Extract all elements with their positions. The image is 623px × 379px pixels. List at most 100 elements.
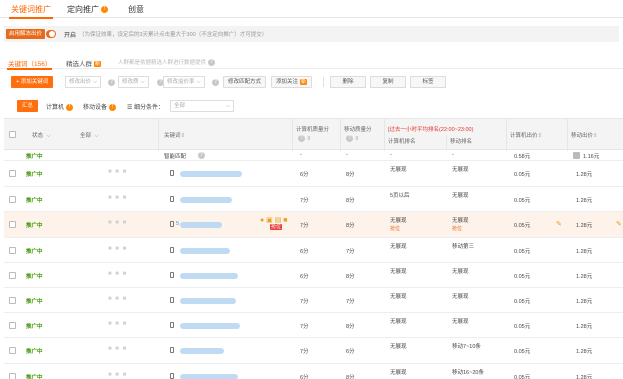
tab-selected-crowd[interactable]: 精选人群新 [66, 58, 102, 68]
row-checkbox[interactable] [9, 297, 16, 304]
delete-button[interactable]: 删除 [330, 76, 366, 88]
tab-targeted-promotion[interactable]: 定向推广! [67, 4, 108, 15]
notice-text: （为保证效果，设定后的3天累计点击量大于300（不含定向推广）才可提交） [79, 32, 268, 38]
pc-quality-cell: 6分 [300, 274, 309, 280]
pc-rank-cell: 无展现 [390, 244, 407, 250]
keyword-header[interactable]: 关键词⇕ [164, 131, 185, 139]
keyword-cell: 智能匹配 [164, 154, 187, 160]
edit-icon[interactable]: ✎ [556, 220, 562, 228]
add-follow-label: 添加关注 [276, 79, 299, 85]
segment-filter-text: 细分条件： [134, 105, 165, 111]
help-icon[interactable]: ? [212, 79, 219, 86]
tab-keyword-promotion[interactable]: 关键词推广 [9, 4, 53, 19]
mobile-quality-header[interactable]: 移动质量分 [344, 125, 372, 133]
all-header-text: 全部 [80, 133, 92, 139]
info-icon: ! [109, 103, 117, 111]
tab-keywords[interactable]: 关键词（156） [6, 58, 53, 70]
help-icon[interactable]: ? [108, 79, 115, 86]
chevron-down-icon: ⌵ [140, 79, 145, 85]
chevron-down-icon: ⌵ [93, 79, 98, 85]
row-checkbox[interactable] [9, 373, 16, 379]
row-actions-placeholder: ■ ■ ■ [108, 296, 128, 302]
row-checkbox[interactable] [9, 170, 16, 177]
bid-select-value: 修改出价 [69, 79, 92, 85]
row-checkbox[interactable] [9, 196, 16, 203]
select-all-checkbox[interactable] [9, 131, 16, 138]
pc-bid-cell: 0.05元 [514, 172, 531, 178]
chevron-down-icon: ⌵ [196, 79, 201, 85]
help-icon[interactable]: ? [208, 59, 216, 67]
new-badge: 新 [300, 78, 308, 85]
mobile-quality-cell: 6分 [346, 349, 355, 355]
sub-hint-text: 人群都是依据精选人群进行数据提供 [118, 60, 207, 66]
keyword-blurred[interactable] [180, 248, 230, 254]
pc-rank-cell: 5页以后 [390, 193, 410, 199]
bid-select[interactable]: 修改出价 ⌵ [65, 76, 102, 88]
keyword-blurred[interactable] [180, 273, 238, 279]
pc-bid-cell: 0.05元 [514, 349, 531, 355]
pc-quality-cell: 6分 [300, 172, 309, 178]
all-header[interactable]: 全部 ⌵ [80, 131, 99, 140]
pc-quality-header[interactable]: 计算机质量分 [296, 125, 329, 133]
sub-tab-bar: 关键词（156） 精选人群新 人群都是依据精选人群进行数据提供? [0, 55, 623, 70]
keyword-blurred[interactable] [180, 171, 242, 177]
pc-bid-cell: 0.05元 [514, 375, 531, 379]
mobile-rank-grab[interactable]: 抢位 [452, 225, 462, 232]
table-row: 推广中 ■ ■ ■ 7分 8分 5页以后 无展现 0.05元 1.28元 [4, 187, 623, 212]
row-checkbox[interactable] [9, 272, 16, 279]
keyword-blurred[interactable] [180, 374, 238, 379]
keyword-action-icons[interactable]: ● ▣ ▤ ■ [260, 216, 288, 224]
column-divider [340, 119, 341, 151]
mobile-quality-cell: 8分 [346, 375, 355, 379]
mobile-bid-header[interactable]: 移动出价⇕ [571, 131, 598, 139]
summary-button[interactable]: 汇总 [17, 100, 39, 112]
keyword-blurred[interactable] [180, 323, 240, 329]
status-header[interactable]: 状态 ⌵ [32, 131, 51, 140]
edit-icon[interactable]: ✎ [616, 220, 622, 228]
keyword-toolbar: + 添加关键词 修改出价 ⌵ ? 修改质 ⌵ ? 修改溢价率 ⌵ ? 修改匹配方式 添… [0, 74, 623, 92]
row-checkbox[interactable] [9, 322, 16, 329]
pc-rank-cell: - [390, 152, 392, 158]
pc-quality-sort[interactable]: ? ⇕ [296, 135, 311, 142]
match-type-button[interactable]: 修改匹配方式 [223, 76, 267, 88]
mobile-bid-checkbox[interactable] [573, 152, 580, 159]
quality-select[interactable]: 修改质 ⌵ [118, 76, 149, 88]
segment-filter-select[interactable]: 全部 ⌵ [170, 100, 234, 112]
row-checkbox[interactable] [9, 247, 16, 254]
rank-group-header: [过去一小时平均排名(22:00~23:00) [388, 127, 474, 133]
mobile-icon [170, 170, 174, 176]
copy-button[interactable]: 复制 [370, 76, 406, 88]
computer-filter[interactable]: 计算机! [46, 102, 74, 111]
status-label: 推广中 [26, 274, 43, 280]
keyword-blurred[interactable] [180, 197, 232, 203]
mobile-icon [170, 347, 174, 353]
row-checkbox[interactable] [9, 221, 16, 228]
bid-adjust-select[interactable]: 修改溢价率 ⌵ [163, 76, 205, 88]
mobile-rank-cell: 无展现 [452, 294, 469, 300]
keyword-blurred[interactable] [180, 348, 224, 354]
row-checkbox[interactable] [9, 347, 16, 354]
tag-button[interactable]: 标签 [410, 76, 446, 88]
toggle-switch[interactable] [46, 30, 56, 38]
pc-bid-header[interactable]: 计算机出价⇕ [510, 131, 542, 139]
keyword-cell[interactable]: 5 [176, 221, 179, 227]
grab-position-tag[interactable]: 抢位 [270, 224, 283, 230]
mobile-bid-cell: 1.28元 [576, 349, 593, 355]
mobile-bid-cell: 1.16元 [583, 154, 600, 160]
pc-rank-grab[interactable]: 抢位 [390, 225, 400, 232]
chevron-down-icon: ⌵ [94, 133, 99, 139]
tab-creative[interactable]: 创意 [128, 4, 144, 15]
enable-thaw-bid-button[interactable]: 启用解冻出价 [6, 29, 46, 39]
table-row: 推广中 ■ ■ ■ 5 7分 8分 无展现 无展现 抢位 抢位 0.05元 1.28元 ✎ ✎ 抢位 ● ▣… [4, 212, 623, 238]
mobile-quality-sort[interactable]: ? ⇕ [344, 135, 359, 142]
mobile-filter[interactable]: 移动设备! [83, 102, 117, 111]
sort-icon: ⇕ [537, 133, 543, 139]
keyword-blurred[interactable] [180, 298, 236, 304]
keyword-blurred[interactable] [180, 222, 222, 228]
add-follow-button[interactable]: 添加关注新 [271, 76, 313, 88]
column-divider [292, 119, 293, 151]
add-keyword-button[interactable]: + 添加关键词 [11, 76, 54, 88]
pc-quality-cell: 7分 [300, 324, 309, 330]
help-icon[interactable]: ? [198, 152, 205, 159]
table-row: 推广中 ■ ■ ■ 6分 8分 无展现 移动16~20条 0.05元 1.28元 [4, 364, 623, 379]
